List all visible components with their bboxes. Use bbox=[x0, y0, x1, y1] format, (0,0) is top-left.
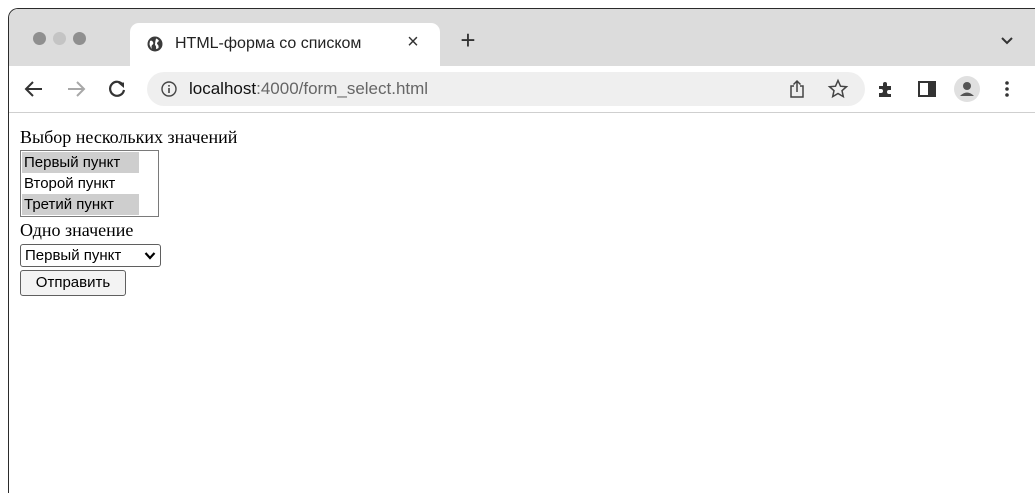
tab-active[interactable]: HTML-форма со списком × bbox=[130, 23, 440, 67]
chevron-down-icon bbox=[144, 252, 156, 260]
reload-icon[interactable] bbox=[106, 78, 128, 100]
listbox-option[interactable]: Второй пункт bbox=[22, 173, 139, 194]
address-bar[interactable]: localhost:4000/form_select.html bbox=[147, 72, 865, 106]
globe-icon bbox=[147, 36, 163, 52]
close-icon[interactable]: × bbox=[403, 32, 423, 52]
info-icon[interactable] bbox=[161, 81, 177, 97]
single-select-label: Одно значение bbox=[20, 220, 134, 240]
single-select-dropdown[interactable]: Первый пункт bbox=[20, 244, 161, 267]
listbox-option[interactable]: Третий пункт bbox=[22, 194, 139, 215]
chevron-down-icon[interactable] bbox=[999, 34, 1015, 46]
url-text: localhost:4000/form_select.html bbox=[189, 79, 429, 98]
dropdown-value: Первый пункт bbox=[25, 247, 122, 264]
share-icon[interactable] bbox=[788, 79, 806, 99]
side-panel-icon[interactable] bbox=[916, 78, 938, 100]
listbox-scrollbar[interactable] bbox=[140, 151, 158, 216]
plus-icon[interactable]: + bbox=[457, 27, 479, 53]
star-icon[interactable] bbox=[827, 78, 849, 100]
extensions-icon[interactable] bbox=[875, 78, 897, 100]
maximize-window-button[interactable] bbox=[73, 32, 86, 45]
page-content: Выбор нескольких значений Первый пункт В… bbox=[9, 113, 1035, 493]
profile-icon[interactable] bbox=[954, 76, 980, 102]
tab-title: HTML-форма со списком bbox=[175, 35, 362, 52]
browser-toolbar: localhost:4000/form_select.html bbox=[9, 66, 1035, 113]
multi-select-label: Выбор нескольких значений bbox=[20, 127, 238, 147]
listbox-option[interactable]: Первый пункт bbox=[22, 152, 139, 173]
tab-strip: HTML-форма со списком × + bbox=[9, 9, 1035, 67]
close-window-button[interactable] bbox=[33, 32, 46, 45]
browser-window: HTML-форма со списком × + localhost:4000… bbox=[8, 8, 1035, 493]
submit-button[interactable]: Отправить bbox=[20, 270, 126, 296]
back-icon[interactable] bbox=[23, 78, 45, 100]
multi-select-listbox[interactable]: Первый пункт Второй пункт Третий пункт bbox=[20, 150, 159, 217]
menu-icon[interactable] bbox=[1001, 78, 1013, 100]
minimize-window-button[interactable] bbox=[53, 32, 66, 45]
forward-icon[interactable] bbox=[65, 78, 87, 100]
